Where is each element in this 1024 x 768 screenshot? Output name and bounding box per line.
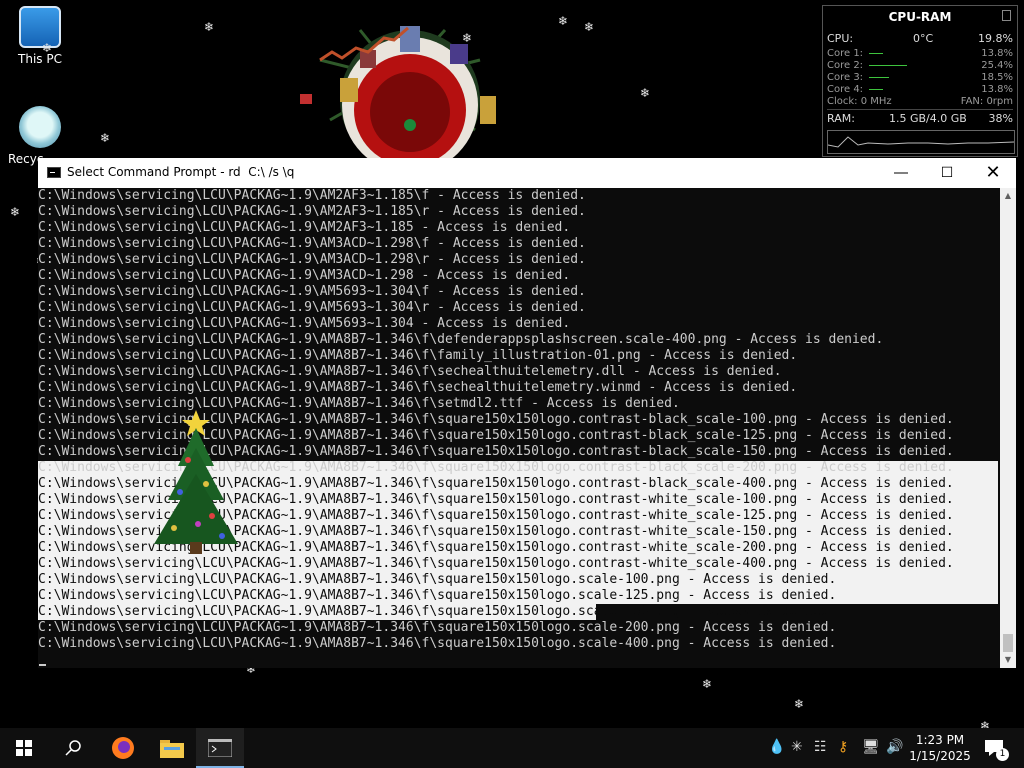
asterisk-icon[interactable]: ✳ [791, 739, 803, 755]
scroll-up-icon[interactable]: ▲ [1000, 188, 1016, 204]
minimize-icon: ― [894, 165, 908, 181]
volume-icon[interactable]: 🔊 [886, 739, 903, 755]
console-line: C:\Windows\servicing\LCU\PACKAG~1.9\AMA8… [38, 364, 782, 379]
snowflake-icon: ❄ [584, 20, 595, 34]
console-line: C:\Windows\servicing\LCU\PACKAG~1.9\AMA8… [38, 636, 837, 651]
core-usage-bar [869, 53, 883, 54]
core-label: Core 3: [827, 72, 864, 83]
command-prompt-icon [47, 167, 61, 178]
cpu-percent: 19.8% [978, 32, 1013, 45]
notification-button[interactable]: 1 [978, 728, 1018, 768]
close-button[interactable]: ✕ [970, 158, 1016, 188]
core-value: 13.8% [981, 84, 1013, 95]
clock-readout: Clock: 0 MHz [827, 96, 892, 107]
cpu-ram-gadget: CPU-RAM CPU: 0°C 19.8% Core 1: 13.8% Cor… [822, 5, 1018, 157]
console-line: C:\Windows\servicing\LCU\PACKAG~1.9\AM2A… [38, 204, 586, 219]
scroll-down-icon[interactable]: ▼ [1000, 652, 1016, 668]
snowflake-icon: ❄ [640, 86, 651, 100]
taskbar-clock[interactable]: 1:23 PM 1/15/2025 [906, 732, 974, 764]
console-line: C:\Windows\servicing\LCU\PACKAG~1.9\AM3A… [38, 252, 586, 267]
water-drop-icon[interactable]: 💧 [768, 739, 785, 755]
console-line: C:\Windows\servicing\LCU\PACKAG~1.9\AMA8… [38, 380, 798, 395]
firefox-icon [112, 737, 134, 759]
network-people-icon[interactable]: ☷ [814, 739, 827, 755]
windows-logo-icon [16, 740, 32, 756]
snowflake-icon: ❄ [462, 31, 473, 45]
console-line-selected: C:\Windows\servicing\LCU\PACKAG~1.9\AMA8… [38, 604, 837, 619]
desktop-icon-this-pc[interactable]: This PC [2, 6, 78, 66]
snowflake-icon: ❄ [702, 677, 713, 691]
desktop-icon-recycle-bin[interactable]: Recyc [0, 106, 76, 166]
console-line: C:\Windows\servicing\LCU\PACKAG~1.9\AM2A… [38, 188, 586, 203]
console-line: C:\Windows\servicing\LCU\PACKAG~1.9\AMA8… [38, 396, 680, 411]
firefox-button[interactable] [99, 728, 147, 768]
core-usage-bar [869, 89, 883, 90]
snowflake-icon: ❄ [42, 41, 53, 55]
gadget-close-icon[interactable] [1002, 10, 1011, 21]
christmas-globe-decoration [300, 26, 496, 160]
core-label: Core 4: [827, 84, 864, 95]
cpu-temp: 0°C [913, 32, 934, 45]
christmas-tree-decoration [154, 410, 238, 554]
minimize-button[interactable]: ― [878, 158, 924, 188]
fan-readout: FAN: 0rpm [960, 96, 1013, 107]
snowflake-icon: ❄ [204, 20, 215, 34]
core-value: 13.8% [981, 48, 1013, 59]
ram-value: 1.5 GB/4.0 GB [889, 112, 967, 125]
console-line: C:\Windows\servicing\LCU\PACKAG~1.9\AM3A… [38, 268, 571, 283]
window-titlebar[interactable]: Select Command Prompt - rd C:\ /s \q ― ☐… [38, 158, 1016, 188]
start-button[interactable] [0, 728, 48, 768]
console-line: C:\Windows\servicing\LCU\PACKAG~1.9\AMA8… [38, 332, 884, 347]
gadget-divider [827, 109, 1013, 110]
console-line: C:\Windows\servicing\LCU\PACKAG~1.9\AM3A… [38, 236, 586, 251]
notification-count: 1 [996, 748, 1009, 761]
snowflake-icon: ❄ [794, 697, 805, 711]
this-pc-icon [19, 6, 61, 48]
search-button[interactable] [48, 728, 96, 768]
file-explorer-icon [160, 740, 184, 758]
ram-label: RAM: [827, 112, 855, 125]
vertical-scrollbar[interactable]: ▲ ▼ [1000, 188, 1016, 668]
cpu-label: CPU: [827, 32, 854, 45]
text-cursor [39, 664, 46, 666]
taskbar: 💧 ✳ ☷ ⚷ 🖥 🔊 1:23 PM 1/15/2025 1 [0, 728, 1024, 768]
maximize-icon: ☐ [940, 165, 954, 181]
console-line: C:\Windows\servicing\LCU\PACKAG~1.9\AM2A… [38, 220, 571, 235]
core-value: 25.4% [981, 60, 1013, 71]
gadget-title: CPU-RAM [888, 10, 952, 24]
console-line: C:\Windows\servicing\LCU\PACKAG~1.9\AM56… [38, 300, 586, 315]
snowflake-icon: ❄ [10, 205, 21, 219]
core-usage-bar [869, 65, 907, 66]
scrollbar-thumb[interactable] [1003, 634, 1013, 652]
console-line-selected: C:\Windows\servicing\LCU\PACKAG~1.9\AMA8… [38, 572, 837, 587]
clock-time: 1:23 PM [915, 733, 965, 747]
console-line: C:\Windows\servicing\LCU\PACKAG~1.9\AMA8… [38, 348, 798, 363]
command-prompt-taskbar-button[interactable] [196, 728, 244, 768]
console-line: C:\Windows\servicing\LCU\PACKAG~1.9\AMA8… [38, 620, 837, 635]
recycle-bin-icon [19, 106, 61, 148]
key-icon[interactable]: ⚷ [838, 739, 848, 755]
window-title: Select Command Prompt - rd C:\ /s \q [67, 165, 295, 179]
clock-date: 1/15/2025 [909, 749, 971, 763]
core-value: 18.5% [981, 72, 1013, 83]
console-line-selected: C:\Windows\servicing\LCU\PACKAG~1.9\AMA8… [38, 588, 837, 603]
core-usage-bar [869, 77, 889, 78]
network-icon[interactable]: 🖥 [862, 739, 880, 755]
console-line: C:\Windows\servicing\LCU\PACKAG~1.9\AM56… [38, 316, 571, 331]
core-label: Core 2: [827, 60, 864, 71]
maximize-button[interactable]: ☐ [924, 158, 970, 188]
usage-graph [827, 130, 1015, 154]
file-explorer-button[interactable] [148, 728, 196, 768]
close-icon: ✕ [985, 162, 1001, 183]
snowflake-icon: ❄ [100, 131, 111, 145]
ram-percent: 38% [988, 112, 1013, 125]
search-icon [65, 740, 81, 756]
desktop-icon-label: This PC [18, 52, 62, 66]
console-line: C:\Windows\servicing\LCU\PACKAG~1.9\AM56… [38, 284, 586, 299]
core-label: Core 1: [827, 48, 864, 59]
command-prompt-icon [208, 739, 232, 757]
snowflake-icon: ❄ [558, 14, 569, 28]
